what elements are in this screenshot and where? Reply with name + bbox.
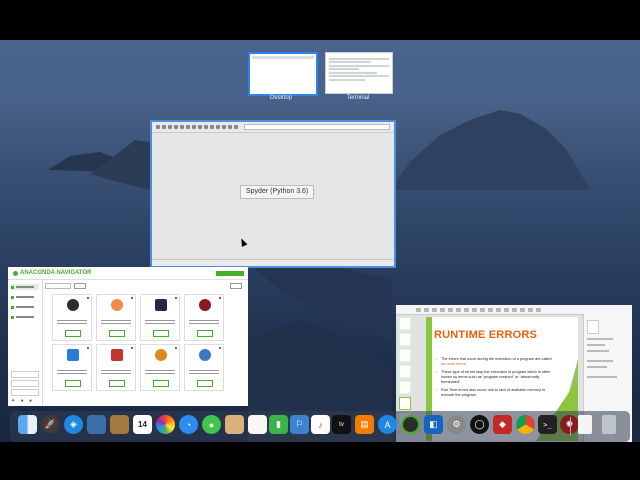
slide-thumbnail-selected[interactable] xyxy=(399,397,411,410)
remote-desktop-icon[interactable]: ◆ xyxy=(493,415,512,434)
app-store-icon[interactable]: A xyxy=(378,415,397,434)
anaconda-icon[interactable] xyxy=(401,415,420,434)
app-card-qtconsole[interactable] xyxy=(140,294,180,341)
app-icon[interactable]: ◧ xyxy=(424,415,443,434)
app-card-vscode[interactable] xyxy=(52,344,92,391)
anaconda-logo-icon xyxy=(13,270,18,276)
slide-title: RUNTIME ERRORS xyxy=(434,329,538,341)
tv-icon[interactable]: tv xyxy=(332,415,351,434)
install-button[interactable] xyxy=(153,380,169,387)
sign-in-button[interactable] xyxy=(216,270,244,276)
app-card-orange[interactable] xyxy=(140,344,180,391)
finder-icon[interactable] xyxy=(18,415,37,434)
space-desktop-label: Desktop xyxy=(269,95,292,101)
application-grid xyxy=(52,294,224,391)
calendar-day: 14 xyxy=(138,420,147,429)
launch-button[interactable] xyxy=(197,330,213,337)
calendar-icon[interactable]: 14 xyxy=(133,415,152,434)
launch-button[interactable] xyxy=(153,330,169,337)
app-card-rstudio[interactable] xyxy=(184,344,224,391)
slide-thumbnail[interactable] xyxy=(399,333,411,346)
app-icon[interactable]: ⚐ xyxy=(290,415,309,434)
anaconda-sidebar: ✦ ● ● xyxy=(8,280,43,406)
install-button[interactable] xyxy=(65,380,81,387)
gear-icon[interactable] xyxy=(87,297,89,299)
desktop-wallpaper: Desktop Terminal Spyder (Python 3.6) ANA… xyxy=(0,40,640,442)
window-label-spyder: Spyder (Python 3.6) xyxy=(240,185,315,199)
sidebar-link-3[interactable] xyxy=(11,389,39,396)
sidebar-item-learning[interactable] xyxy=(11,304,39,310)
dock-separator xyxy=(570,417,571,436)
spyder-toolbar xyxy=(152,122,394,133)
anaconda-navigator-window[interactable]: ANACONDA NAVIGATOR ✦ ● ● xyxy=(8,267,248,406)
app-card-notebook[interactable] xyxy=(96,294,136,341)
spyder-window[interactable]: Spyder (Python 3.6) xyxy=(150,120,396,268)
app-icon[interactable]: ◯ xyxy=(470,415,489,434)
slide-body: The errors that occur during the executi… xyxy=(435,357,556,401)
notes-icon[interactable] xyxy=(110,415,129,434)
gear-icon[interactable] xyxy=(175,297,177,299)
messages-icon[interactable]: ● xyxy=(202,415,221,434)
bullet-2: These type of errors stop the execution … xyxy=(435,370,556,385)
gear-icon[interactable] xyxy=(87,347,89,349)
bullet-1: The errors that occur during the executi… xyxy=(435,357,556,367)
gear-icon[interactable] xyxy=(131,297,133,299)
launchpad-icon[interactable]: 🚀 xyxy=(41,415,60,434)
spyder-path-field xyxy=(244,124,390,130)
spyder-status-bar xyxy=(152,259,394,266)
contacts-icon[interactable] xyxy=(225,415,244,434)
gear-icon[interactable] xyxy=(219,297,221,299)
document-icon[interactable] xyxy=(578,415,592,434)
sidebar-link-2[interactable] xyxy=(11,380,39,387)
mouse-cursor-icon xyxy=(238,237,248,247)
slide-thumbnail[interactable] xyxy=(399,365,411,378)
app-card-jupyterlab[interactable] xyxy=(52,294,92,341)
app-card-glueviz[interactable] xyxy=(96,344,136,391)
slide-thumbnail[interactable] xyxy=(399,381,411,394)
anaconda-header: ANACONDA NAVIGATOR xyxy=(8,267,248,280)
sidebar-item-home[interactable] xyxy=(11,284,39,290)
anaconda-title: ANACONDA NAVIGATOR xyxy=(20,270,92,276)
environment-select[interactable] xyxy=(45,283,71,289)
slide-thumbnail[interactable] xyxy=(399,317,411,330)
social-icons[interactable]: ✦ ● ● xyxy=(11,398,34,404)
chrome-icon[interactable] xyxy=(516,415,535,434)
slide-thumbnail[interactable] xyxy=(399,349,411,362)
dock: 🚀 ◈ 14 ◔ ● ▮ ⚐ ♪ tv ▤ A ◧ ⚙ ◯ ◆ >_ ✺ xyxy=(10,411,630,442)
gear-icon[interactable] xyxy=(175,347,177,349)
space-desktop-thumbnail[interactable] xyxy=(248,52,318,96)
system-preferences-icon[interactable]: ⚙ xyxy=(447,415,466,434)
sidebar-item-community[interactable] xyxy=(11,314,39,320)
bullet-3: Run Time errors also occur due to lack o… xyxy=(435,388,556,398)
books-icon[interactable]: ▤ xyxy=(355,415,374,434)
launch-button[interactable] xyxy=(109,330,125,337)
launch-button[interactable] xyxy=(65,330,81,337)
facetime-icon[interactable]: ◔ xyxy=(179,415,198,434)
keynote-icon[interactable]: ▮ xyxy=(269,415,288,434)
safari-icon[interactable]: ◈ xyxy=(64,415,83,434)
sidebar-item-environments[interactable] xyxy=(11,294,39,300)
gear-icon[interactable] xyxy=(219,347,221,349)
refresh-button[interactable] xyxy=(230,283,242,289)
install-button[interactable] xyxy=(109,380,125,387)
preview-icon[interactable] xyxy=(87,415,106,434)
gear-icon[interactable] xyxy=(131,347,133,349)
sidebar-link-1[interactable] xyxy=(11,371,39,378)
install-button[interactable] xyxy=(197,380,213,387)
app-card-spyder[interactable] xyxy=(184,294,224,341)
trash-icon[interactable] xyxy=(602,415,616,434)
space-terminal-label: Terminal xyxy=(346,95,370,101)
photos-icon[interactable] xyxy=(156,415,175,434)
channels-button[interactable] xyxy=(74,283,86,289)
numbers-icon[interactable] xyxy=(248,415,267,434)
space-terminal-thumbnail[interactable] xyxy=(325,52,393,94)
terminal-icon[interactable]: >_ xyxy=(538,415,557,434)
music-icon[interactable]: ♪ xyxy=(311,415,330,434)
anaconda-filter-bar xyxy=(45,283,242,289)
